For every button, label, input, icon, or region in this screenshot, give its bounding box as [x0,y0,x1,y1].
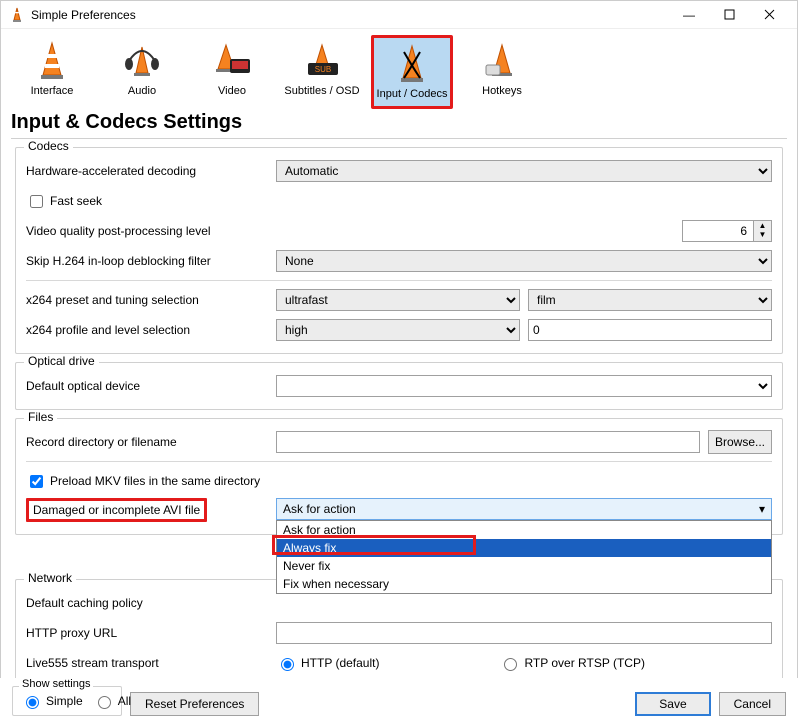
show-settings-group: Show settings Simple All [12,686,122,716]
svg-text:SUB: SUB [315,65,331,74]
app-icon [9,7,25,23]
preload-mkv-label: Preload MKV files in the same directory [50,474,260,488]
radio-http-default[interactable]: HTTP (default) [276,655,379,671]
tab-subtitles[interactable]: SUB Subtitles / OSD [281,35,363,109]
x264-profile-label: x264 profile and level selection [26,323,276,337]
tab-label: Video [193,85,271,97]
record-dir-input[interactable] [276,431,700,453]
fast-seek-label: Fast seek [50,194,102,208]
vq-value[interactable] [683,221,753,241]
hw-decoding-select[interactable]: Automatic [276,160,772,182]
option-never-fix[interactable]: Never fix [277,557,771,575]
x264-profile-select[interactable]: high [276,319,520,341]
spin-buttons[interactable]: ▲▼ [753,221,771,241]
minimize-button[interactable]: — [669,1,709,29]
show-settings-legend: Show settings [19,678,93,690]
video-cone-icon [193,39,271,83]
tab-input-codecs[interactable]: Input / Codecs [371,35,453,109]
http-proxy-input[interactable] [276,622,772,644]
tab-label: Subtitles / OSD [283,85,361,97]
fast-seek-checkbox[interactable] [30,195,43,208]
group-network: Network Default caching policy HTTP prox… [15,579,783,687]
radio-simple[interactable]: Simple [21,693,83,709]
headphones-cone-icon [103,39,181,83]
tab-label: Interface [13,85,91,97]
tab-video[interactable]: Video [191,35,273,109]
reset-preferences-button[interactable]: Reset Preferences [130,692,259,716]
save-button[interactable]: Save [635,692,710,716]
hw-decoding-label: Hardware-accelerated decoding [26,164,276,178]
divider [26,461,772,462]
record-dir-label: Record directory or filename [26,435,276,449]
browse-button[interactable]: Browse... [708,430,772,454]
option-fix-when-necessary[interactable]: Fix when necessary [277,575,771,593]
tab-interface[interactable]: Interface [11,35,93,109]
vq-label: Video quality post-processing level [26,224,276,238]
cancel-button[interactable]: Cancel [719,692,786,716]
group-optical: Optical drive Default optical device [15,362,783,410]
x264-preset-select[interactable]: ultrafast [276,289,520,311]
subtitles-cone-icon: SUB [283,39,361,83]
skip-h264-label: Skip H.264 in-loop deblocking filter [26,254,276,268]
radio-rtp-rtsp[interactable]: RTP over RTSP (TCP) [499,655,644,671]
footer: Show settings Simple All Reset Preferenc… [0,678,798,726]
live555-label: Live555 stream transport [26,656,276,670]
tab-label: Audio [103,85,181,97]
tab-hotkeys[interactable]: Hotkeys [461,35,543,109]
skip-h264-select[interactable]: None [276,250,772,272]
titlebar: Simple Preferences — [1,1,797,29]
codecs-cone-icon [376,42,448,86]
group-legend: Codecs [24,139,73,153]
damaged-avi-label: Damaged or incomplete AVI file [26,498,207,522]
maximize-button[interactable] [709,1,749,29]
group-legend: Optical drive [24,354,99,368]
damaged-avi-dropdown-list[interactable]: Ask for action Always fix Never fix Fix … [276,520,772,594]
damaged-avi-selected: Ask for action [283,502,356,516]
tab-label: Input / Codecs [376,88,448,100]
option-always-fix[interactable]: Always fix [277,539,771,557]
close-button[interactable] [749,1,789,29]
damaged-avi-select[interactable]: Ask for action ▾ Ask for action Always f… [276,498,772,520]
group-legend: Network [24,571,76,585]
group-codecs: Codecs Hardware-accelerated decoding Aut… [15,147,783,354]
optical-default-select[interactable] [276,375,772,397]
divider [26,280,772,281]
group-files: Files Record directory or filename Brows… [15,418,783,535]
cone-icon [13,39,91,83]
divider [11,138,787,139]
radio-all[interactable]: All [93,693,131,709]
optical-default-label: Default optical device [26,379,276,393]
prefs-toolbar: Interface Audio Video SUB Subtitles / OS… [1,29,797,109]
group-legend: Files [24,410,57,424]
http-proxy-label: HTTP proxy URL [26,626,276,640]
tab-label: Hotkeys [463,85,541,97]
preload-mkv-checkbox[interactable] [30,475,43,488]
x264-level-input[interactable] [528,319,772,341]
vq-spinbox[interactable]: ▲▼ [682,220,772,242]
window-title: Simple Preferences [31,8,669,22]
x264-tuning-select[interactable]: film [528,289,772,311]
option-ask-for-action[interactable]: Ask for action [277,521,771,539]
tab-audio[interactable]: Audio [101,35,183,109]
hotkeys-cone-icon [463,39,541,83]
x264-preset-label: x264 preset and tuning selection [26,293,276,307]
caching-label: Default caching policy [26,596,276,610]
page-title: Input & Codecs Settings [11,111,787,134]
chevron-down-icon: ▾ [759,502,765,516]
